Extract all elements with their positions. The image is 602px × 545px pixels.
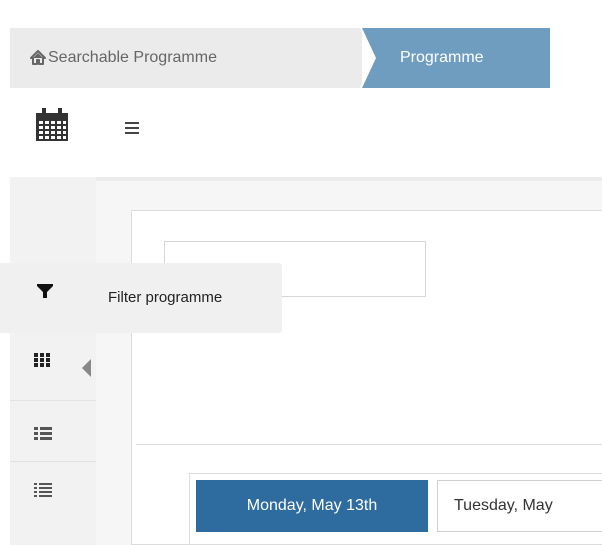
sidebar-divider — [10, 400, 96, 401]
breadcrumb: Searchable Programme Programme — [10, 28, 600, 88]
active-item-caret — [82, 359, 91, 377]
panel-divider — [136, 444, 602, 445]
sidebar-divider — [10, 461, 96, 462]
filter-icon — [37, 283, 53, 299]
list-icon — [34, 427, 52, 440]
hamburger-icon[interactable] — [125, 121, 139, 135]
breadcrumb-home[interactable]: Searchable Programme — [10, 28, 360, 88]
list-detailed-icon — [34, 483, 52, 497]
day-tab-monday[interactable]: Monday, May 13th — [196, 480, 428, 532]
breadcrumb-current-label: Programme — [400, 49, 484, 66]
breadcrumb-current[interactable]: Programme — [362, 28, 550, 88]
filter-tooltip[interactable]: Filter programme — [0, 263, 282, 333]
day-tab-label: Tuesday, May — [454, 497, 553, 514]
filter-programme-label: Filter programme — [108, 289, 223, 306]
sidebar-item-list-detailed[interactable] — [10, 470, 96, 510]
sidebar-item-list[interactable] — [10, 413, 96, 453]
day-tab-label: Monday, May 13th — [246, 497, 378, 514]
home-icon — [30, 50, 46, 66]
breadcrumb-home-label: Searchable Programme — [48, 49, 217, 66]
calendar-icon[interactable] — [34, 107, 70, 143]
day-tab-tuesday[interactable]: Tuesday, May — [437, 480, 602, 532]
grid-icon — [34, 353, 50, 367]
